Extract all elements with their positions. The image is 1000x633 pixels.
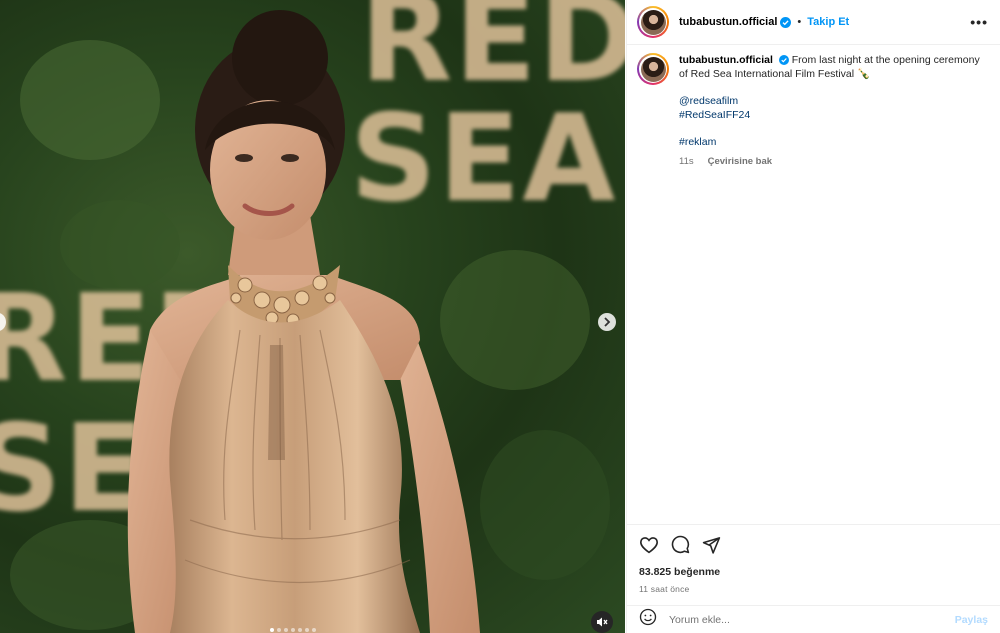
mute-button[interactable]	[591, 611, 613, 633]
post-comment-button[interactable]: Paylaş	[955, 614, 988, 626]
caption-meta: 11s Çevirisine bak	[679, 155, 988, 169]
hashtag-link[interactable]: #RedSeaIFF24	[679, 108, 988, 122]
speaker-muted-icon	[597, 617, 608, 627]
separator-dot: •	[797, 16, 802, 28]
likes-count[interactable]: 83.825 beğenme	[639, 566, 988, 578]
verified-badge-icon	[780, 16, 792, 28]
caption: tubabustun.official From last night at t…	[637, 53, 988, 169]
carousel-dot	[284, 628, 288, 632]
comment-input[interactable]	[669, 613, 955, 626]
photo-subject	[127, 10, 480, 633]
caption-body: tubabustun.official From last night at t…	[679, 53, 988, 169]
profile-photo	[640, 9, 666, 35]
header-username[interactable]: tubabustun.official	[679, 16, 777, 28]
carousel-next-button[interactable]	[598, 313, 616, 331]
carousel-indicator	[270, 628, 316, 632]
post-header: tubabustun.official • Takip Et •••	[627, 0, 1000, 45]
carousel-dot	[291, 628, 295, 632]
carousel-dot	[312, 628, 316, 632]
avatar[interactable]	[637, 6, 669, 38]
carousel-dot	[270, 628, 274, 632]
comment-bar: Paylaş	[627, 605, 1000, 633]
more-options-icon[interactable]: •••	[970, 14, 988, 30]
mention-link[interactable]: @redseafilm	[679, 94, 988, 108]
emoji-icon[interactable]	[639, 608, 657, 631]
profile-photo	[640, 56, 666, 82]
translate-button[interactable]: Çevirisine bak	[708, 155, 772, 169]
hashtag-link[interactable]: #reklam	[679, 135, 988, 149]
post-actions: 83.825 beğenme 11 saat önce	[627, 524, 1000, 594]
like-icon[interactable]	[639, 536, 659, 554]
verified-badge-icon	[778, 55, 789, 66]
chevron-right-icon	[604, 317, 611, 327]
share-icon[interactable]	[702, 536, 721, 554]
action-bar	[639, 535, 988, 554]
post-details-panel: tubabustun.official • Takip Et ••• tubab…	[626, 0, 1000, 633]
caption-username[interactable]: tubabustun.official	[679, 54, 773, 66]
post-media[interactable]: RED SEA RED SEA	[0, 0, 625, 633]
avatar[interactable]	[637, 53, 669, 85]
carousel-dot	[305, 628, 309, 632]
comment-icon[interactable]	[671, 535, 690, 554]
post-timestamp: 11 saat önce	[639, 584, 690, 594]
carousel-dot	[277, 628, 281, 632]
follow-button[interactable]: Takip Et	[807, 16, 849, 28]
carousel-dot	[298, 628, 302, 632]
caption-age: 11s	[679, 156, 694, 167]
